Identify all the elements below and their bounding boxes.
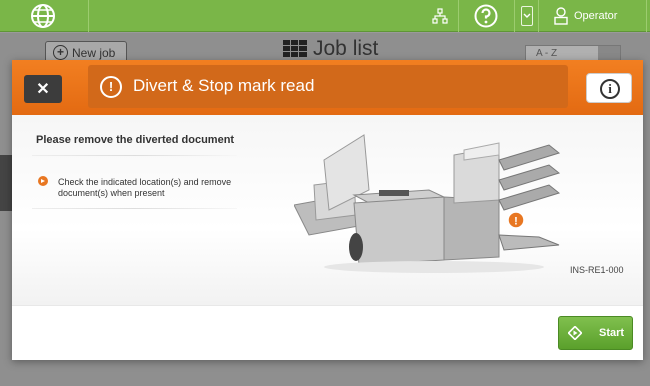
sort-value: A - Z: [536, 48, 558, 59]
divider: [646, 0, 647, 32]
instruction-heading: Please remove the diverted document: [36, 134, 235, 146]
user-icon[interactable]: [553, 7, 569, 25]
dialog-footer: Start: [12, 305, 643, 360]
illustration-code: INS-RE1-000: [570, 265, 624, 275]
instruction-step: Check the indicated location(s) and remo…: [58, 177, 232, 198]
divider: [32, 155, 237, 156]
side-tab: [0, 155, 12, 211]
new-job-label: New job: [72, 46, 116, 60]
network-icon[interactable]: [432, 8, 448, 24]
divider: [88, 0, 89, 32]
divider: [32, 208, 237, 209]
help-dropdown-button[interactable]: [521, 6, 533, 26]
close-icon: ✕: [36, 81, 50, 98]
user-label[interactable]: Operator: [574, 10, 617, 22]
start-label: Start: [599, 327, 625, 339]
machine-illustration: !: [294, 134, 561, 273]
dialog-content: Please remove the diverted document Chec…: [12, 115, 643, 305]
top-bar: Operator: [0, 0, 650, 32]
close-button[interactable]: ✕: [24, 75, 62, 103]
dialog-title: Divert & Stop mark read: [133, 76, 315, 95]
divider: [538, 0, 539, 32]
step-bullet-icon: [38, 176, 48, 186]
globe-icon[interactable]: [30, 3, 56, 29]
help-icon[interactable]: [474, 4, 498, 28]
divider: [458, 0, 459, 32]
dialog-title-bar: ! Divert & Stop mark read: [88, 65, 568, 108]
info-button[interactable]: i: [586, 73, 632, 103]
svg-text:!: !: [514, 216, 518, 228]
job-list-icon: [283, 40, 307, 57]
error-dialog: ✕ ! Divert & Stop mark read i Please rem…: [12, 60, 643, 360]
info-icon: i: [600, 79, 620, 99]
start-diamond-icon: [568, 326, 582, 340]
start-button[interactable]: Start: [558, 316, 633, 350]
divider: [514, 0, 515, 32]
chevron-down-icon: [523, 13, 531, 18]
dialog-header: ✕ ! Divert & Stop mark read i: [12, 60, 643, 115]
plus-icon: +: [53, 45, 68, 60]
page-title: Job list: [313, 37, 379, 60]
warning-icon: !: [100, 76, 122, 98]
